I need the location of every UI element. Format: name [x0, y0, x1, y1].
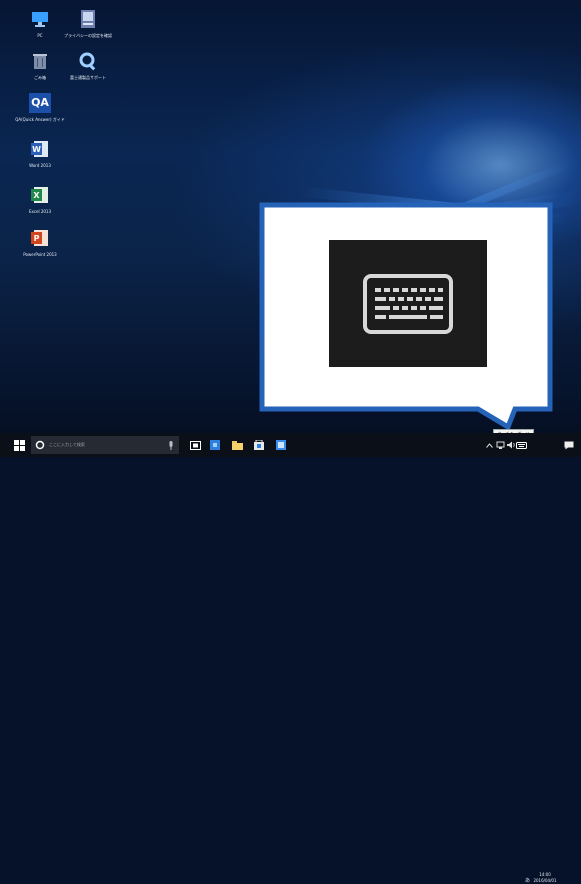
desktop-icon-word[interactable]: W Word 2013 [10, 138, 70, 168]
desktop-icon-label: PowerPoint 2013 [23, 252, 57, 257]
desktop-icon-excel[interactable]: X Excel 2013 [10, 184, 70, 214]
network-button[interactable] [495, 433, 505, 457]
desktop-icon-powerpoint[interactable]: P PowerPoint 2013 [10, 227, 70, 257]
desktop-icon-support[interactable]: 富士通製品サポート [58, 50, 118, 80]
document-icon [77, 8, 99, 30]
support-search-icon [77, 50, 99, 72]
desktop-icon-privacy[interactable]: プライバシーの設定を確認 [58, 8, 118, 38]
search-input[interactable]: ここに入力して検索 [31, 436, 179, 454]
windows-logo-icon [13, 439, 25, 451]
desktop-icon-label: QA(Quick Answer) ガイド [15, 117, 65, 122]
touch-keyboard-button[interactable] [513, 433, 529, 457]
edge-browser-icon [210, 440, 220, 450]
svg-text:QA: QA [31, 96, 49, 109]
desktop-icon-label: Word 2013 [29, 163, 51, 168]
start-button[interactable] [8, 433, 30, 457]
show-hidden-icons-button[interactable] [484, 433, 494, 457]
app-icon [276, 440, 286, 450]
touch-keyboard-tile[interactable] [329, 240, 487, 367]
powerpoint-icon: P [29, 227, 51, 249]
desktop-icon-qa[interactable]: QA QA(Quick Answer) ガイド [10, 92, 70, 122]
task-view-button[interactable] [186, 433, 204, 457]
clock[interactable]: 14:00 2016/04/01 [532, 872, 558, 884]
desktop-icon-label: PC [37, 33, 43, 38]
action-center-button[interactable] [561, 433, 577, 457]
taskbar-store-button[interactable] [250, 433, 268, 457]
microphone-icon [169, 440, 173, 450]
desktop-icon-label: Excel 2013 [28, 209, 52, 214]
network-icon [496, 441, 504, 449]
folder-icon [231, 440, 243, 450]
search-placeholder: ここに入力して検索 [49, 442, 85, 447]
keyboard-icon [515, 441, 527, 449]
notification-icon [564, 441, 574, 449]
svg-text:P: P [34, 234, 40, 243]
ime-mode-indicator[interactable]: あ [525, 877, 530, 884]
svg-text:W: W [32, 145, 41, 154]
desktop-icon-label: ごみ箱 [34, 75, 46, 80]
recycle-bin-icon [29, 50, 51, 72]
chevron-up-icon [485, 442, 493, 448]
cortana-icon [35, 440, 45, 450]
qa-icon: QA [29, 92, 51, 114]
desktop-icon-label: プライバシーの設定を確認 [64, 33, 112, 38]
svg-text:X: X [33, 191, 40, 200]
clock-date: 2016/04/01 [533, 878, 557, 883]
desktop-icon-label: 富士通製品サポート [70, 75, 106, 80]
taskbar-app-button[interactable] [272, 433, 290, 457]
taskbar: ここに入力して検索 あ 14:00 2016/04/01 [0, 433, 581, 884]
store-icon [254, 440, 264, 450]
taskbar-edge-button[interactable] [206, 433, 224, 457]
excel-icon: X [29, 184, 51, 206]
word-icon: W [29, 138, 51, 160]
taskbar-explorer-button[interactable] [228, 433, 246, 457]
desktop-wallpaper[interactable]: PC プライバシーの設定を確認 ごみ箱 富士通製品サポート QA QA(Quic… [0, 0, 581, 433]
keyboard-icon [363, 273, 453, 334]
pc-icon [29, 8, 51, 30]
task-view-icon [189, 440, 201, 450]
